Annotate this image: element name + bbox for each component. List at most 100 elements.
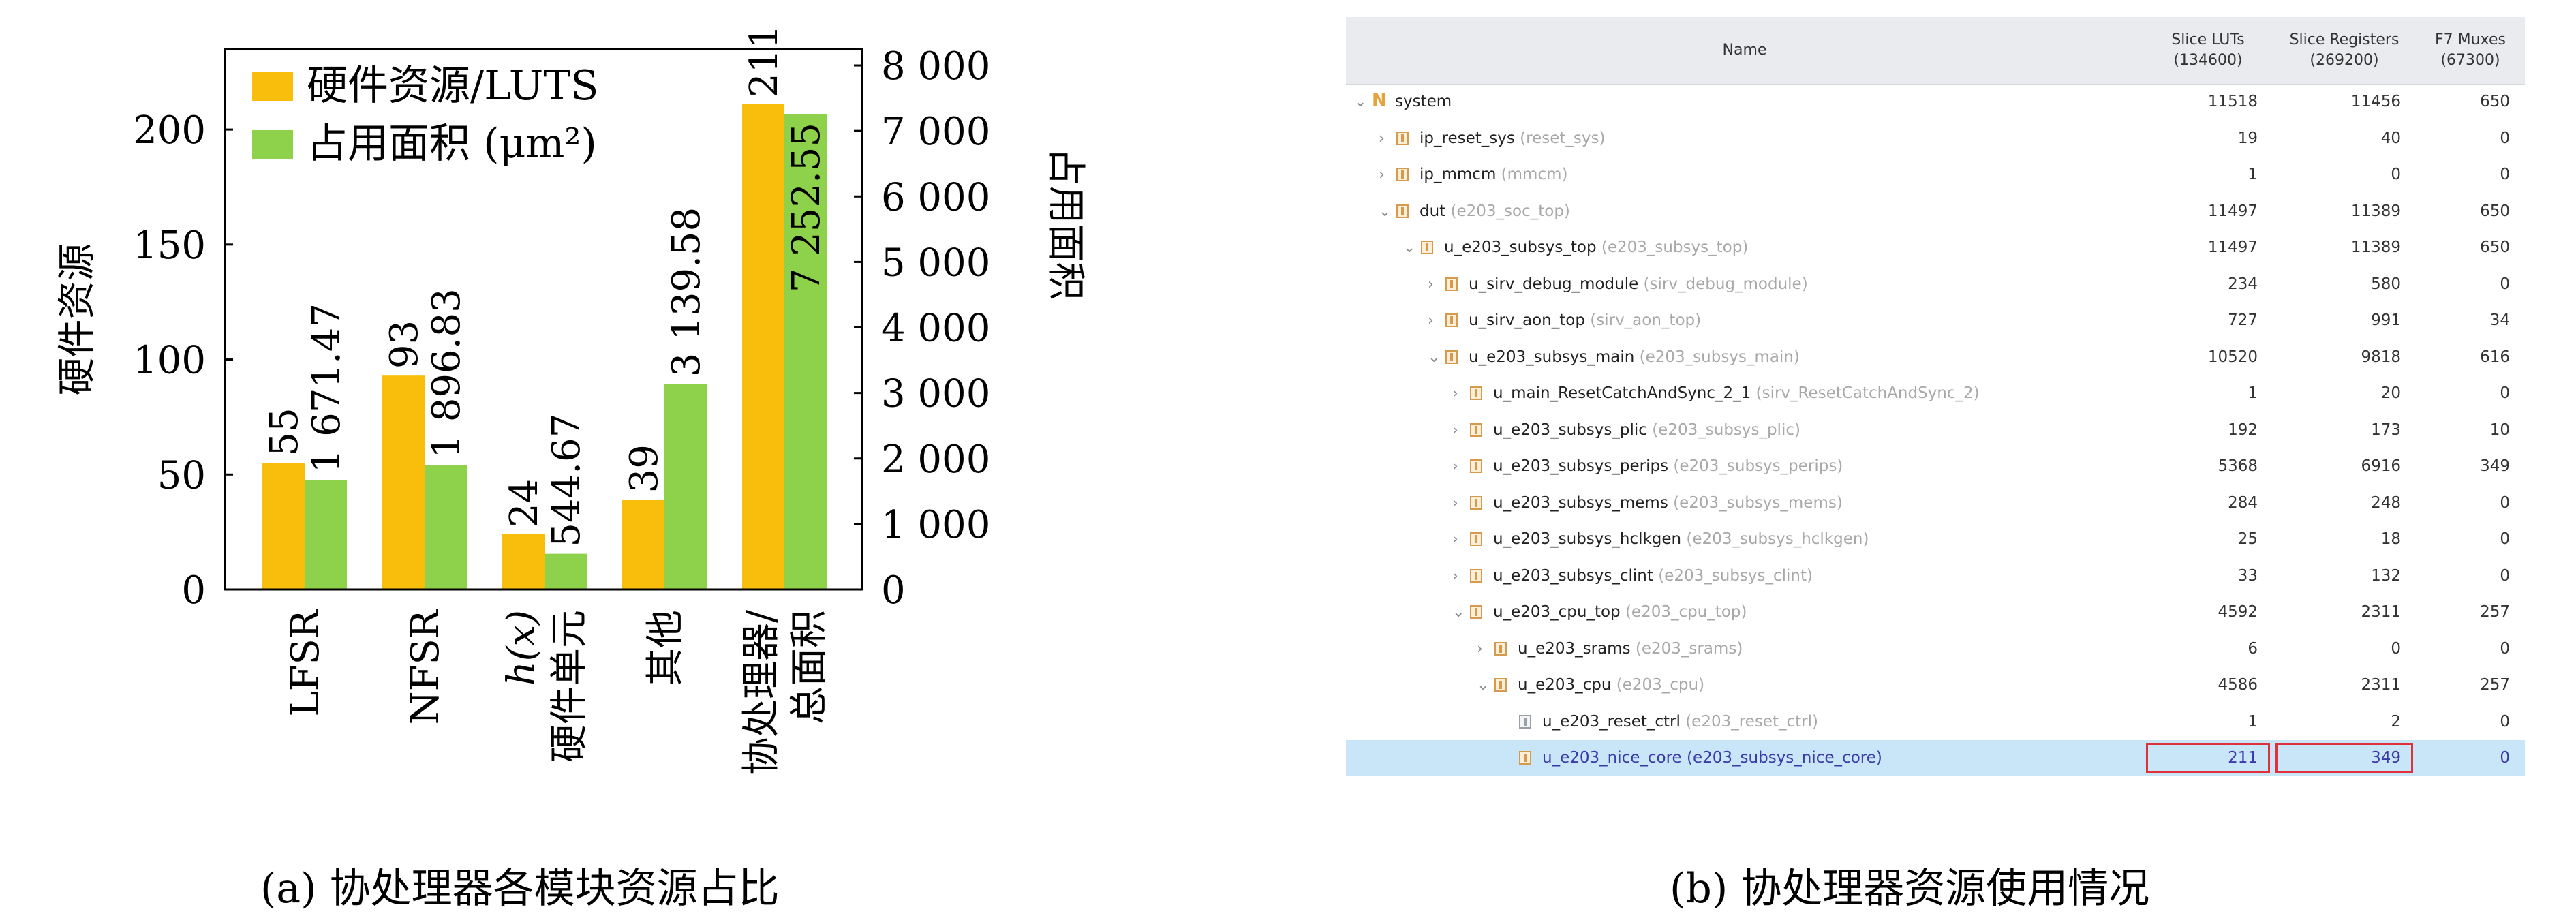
instance-label: dut — [1420, 202, 1446, 220]
instance-name: u_sirv_debug_module (sirv_debug_module) — [1469, 266, 1808, 303]
cell-f7: 257 — [2480, 676, 2510, 694]
caption-b: (b) 协处理器资源使用情况 — [1670, 865, 2150, 913]
expand-arrow-icon[interactable]: › — [1452, 521, 1458, 557]
instance-name: u_main_ResetCatchAndSync_2_1 (sirv_Reset… — [1493, 375, 1980, 412]
y-tick-label: 0 — [181, 568, 206, 613]
module-icon — [1470, 423, 1482, 437]
collapse-arrow-icon[interactable]: ⌄ — [1477, 667, 1489, 703]
table-row[interactable]: › u_sirv_debug_module (sirv_debug_module)… — [1346, 266, 2525, 303]
module-icon — [1519, 751, 1531, 765]
cell-luts: 10520 — [2207, 348, 2258, 366]
table-row[interactable]: › u_main_ResetCatchAndSync_2_1 (sirv_Rese… — [1346, 375, 2525, 412]
cell-regs: 132 — [2371, 566, 2401, 585]
table-row[interactable]: ⌄ u_e203_cpu (e203_cpu) 4586 2311 257 — [1346, 667, 2525, 703]
table-row[interactable]: ⌄ dut (e203_soc_top) 11497 11389 650 — [1346, 194, 2525, 230]
column-header-slice-luts[interactable]: Slice LUTs (134600) — [2143, 17, 2273, 84]
data-label-luts: 39 — [622, 444, 666, 493]
table-row[interactable]: › u_sirv_aon_top (sirv_aon_top) 727 991 34 — [1346, 303, 2525, 339]
data-label-area: 544.67 — [545, 414, 589, 547]
cell-luts: 192 — [2228, 420, 2258, 439]
collapse-arrow-icon[interactable]: ⌄ — [1379, 194, 1391, 230]
column-header-f7-muxes[interactable]: F7 Muxes (67300) — [2416, 17, 2525, 84]
table-row[interactable]: u_e203_nice_core (e203_subsys_nice_core)… — [1346, 740, 2525, 776]
expand-arrow-icon[interactable]: › — [1428, 266, 1434, 303]
collapse-arrow-icon[interactable]: ⌄ — [1403, 230, 1415, 266]
cell-luts: 1 — [2248, 712, 2258, 731]
module-icon — [1396, 131, 1409, 145]
module-type-label: (sirv_debug_module) — [1638, 275, 1808, 293]
cell-regs: 248 — [2371, 493, 2401, 512]
table-row[interactable]: › u_e203_subsys_perips (e203_subsys_perip… — [1346, 448, 2525, 485]
x-tick-label: NFSR — [403, 609, 448, 724]
cell-regs: 18 — [2380, 530, 2401, 548]
expand-arrow-icon[interactable]: › — [1452, 375, 1458, 412]
collapse-arrow-icon[interactable]: ⌄ — [1452, 594, 1465, 630]
y2-tick-label: 7 000 — [881, 110, 990, 154]
legend-label: 占用面积 (μm²) — [307, 120, 597, 168]
y2-tick-label: 1 000 — [881, 503, 990, 547]
module-icon — [1396, 204, 1409, 218]
collapse-arrow-icon[interactable]: ⌄ — [1354, 84, 1366, 120]
expand-arrow-icon[interactable]: › — [1452, 448, 1458, 485]
table-row[interactable]: › ip_mmcm (mmcm) 1 0 0 — [1346, 157, 2525, 193]
table-row[interactable]: › u_e203_subsys_mems (e203_subsys_mems) 28… — [1346, 485, 2525, 521]
module-icon — [1396, 168, 1409, 181]
instance-name: ip_mmcm (mmcm) — [1420, 157, 1567, 193]
instance-name: u_e203_subsys_clint (e203_subsys_clint) — [1493, 558, 1813, 594]
table-row[interactable]: › u_e203_subsys_hclkgen (e203_subsys_hclk… — [1346, 521, 2525, 557]
cell-f7: 349 — [2480, 457, 2510, 475]
y2-axis-title: 占用面积 — [1043, 148, 1088, 301]
instance-name: u_e203_subsys_top (e203_subsys_top) — [1444, 230, 1748, 266]
instance-label: u_e203_subsys_clint — [1493, 566, 1653, 585]
cell-luts: 6 — [2248, 639, 2258, 658]
cell-f7: 0 — [2500, 566, 2510, 585]
expand-arrow-icon[interactable]: › — [1379, 121, 1385, 157]
expand-arrow-icon[interactable]: › — [1428, 303, 1434, 339]
table-row[interactable]: ⌄ u_e203_subsys_main (e203_subsys_main) 10… — [1346, 339, 2525, 375]
cell-luts: 11518 — [2207, 93, 2258, 110]
expand-arrow-icon[interactable]: › — [1379, 157, 1385, 193]
module-type-label: (e203_subsys_nice_core) — [1681, 749, 1882, 767]
collapse-arrow-icon[interactable]: ⌄ — [1428, 339, 1440, 375]
expand-arrow-icon[interactable]: › — [1477, 631, 1483, 667]
table-row[interactable]: ⌄ Nsystem 11518 11456 650 — [1346, 84, 2525, 120]
expand-arrow-icon[interactable]: › — [1452, 558, 1458, 594]
caption-a: (a) 协处理器各模块资源占比 — [260, 865, 780, 913]
module-icon — [1445, 277, 1458, 291]
y2-tick-label: 6 000 — [881, 175, 990, 219]
y2-tick-label: 3 000 — [881, 372, 990, 416]
module-icon — [1470, 495, 1482, 510]
module-icon — [1470, 532, 1482, 546]
column-header-slice-registers[interactable]: Slice Registers (269200) — [2273, 17, 2416, 84]
module-icon — [1470, 568, 1482, 583]
x-tick-label: 其他 — [643, 610, 688, 686]
instance-name: u_e203_subsys_hclkgen (e203_subsys_hclkg… — [1493, 521, 1869, 557]
table-row[interactable]: ⌄ u_e203_cpu_top (e203_cpu_top) 4592 2311 25… — [1346, 594, 2525, 630]
cell-luts: 33 — [2237, 566, 2258, 585]
y-axis-title: 硬件资源 — [55, 243, 99, 396]
cell-regs: 11389 — [2350, 202, 2401, 220]
instance-label: u_e203_subsys_top — [1444, 239, 1597, 256]
cell-f7: 0 — [2500, 166, 2510, 183]
table-row[interactable]: › u_e203_srams (e203_srams) 6 0 0 — [1346, 631, 2525, 667]
table-row[interactable]: › u_e203_subsys_plic (e203_subsys_plic) 19… — [1346, 412, 2525, 448]
expand-arrow-icon[interactable]: › — [1452, 485, 1458, 521]
module-type-label: (e203_cpu) — [1611, 676, 1705, 694]
table-row[interactable]: › ip_reset_sys (reset_sys) 19 40 0 — [1346, 121, 2525, 157]
module-type-label: (e203_srams) — [1630, 639, 1743, 658]
x-tick-label: 硬件单元 — [547, 610, 592, 763]
cell-f7: 10 — [2489, 420, 2510, 439]
module-icon — [1494, 678, 1507, 692]
cell-regs: 0 — [2391, 639, 2401, 658]
table-row[interactable]: u_e203_reset_ctrl (e203_reset_ctrl) 1 2 0 — [1346, 704, 2525, 740]
y2-tick-label: 8 000 — [881, 44, 990, 89]
data-label-luts: 24 — [502, 479, 547, 527]
expand-arrow-icon[interactable]: › — [1452, 412, 1458, 448]
cell-regs: 173 — [2371, 420, 2401, 439]
module-type-label: (e203_subsys_hclkgen) — [1681, 530, 1869, 548]
table-row[interactable]: ⌄ u_e203_subsys_top (e203_subsys_top) 1149… — [1346, 230, 2525, 266]
table-row[interactable]: › u_e203_subsys_clint (e203_subsys_clint)… — [1346, 558, 2525, 594]
column-header-name[interactable]: Name — [1346, 17, 2143, 84]
instance-name: u_e203_nice_core (e203_subsys_nice_core) — [1542, 740, 1882, 776]
bar-luts — [382, 375, 425, 589]
